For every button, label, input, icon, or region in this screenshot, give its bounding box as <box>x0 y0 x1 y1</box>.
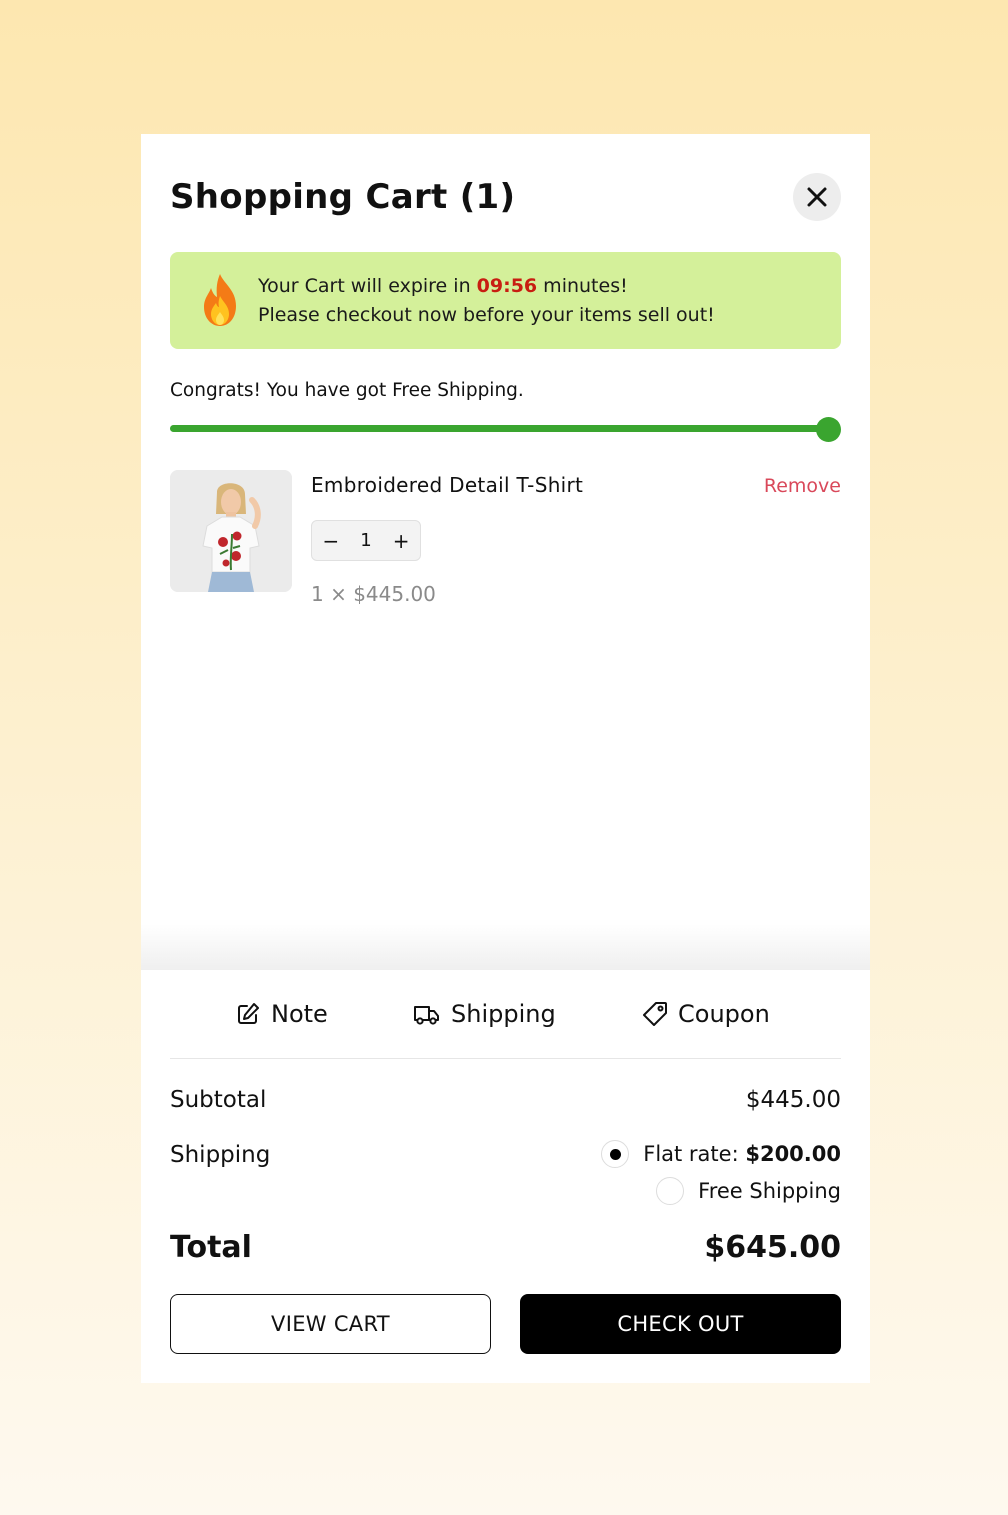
coupon-tab-label: Coupon <box>678 1000 770 1028</box>
cart-tools-bar: Note Shipping Coupon <box>170 970 841 1059</box>
line-item-price: 1 × $445.00 <box>311 582 436 606</box>
countdown-timer: 09:56 <box>476 275 538 297</box>
total-label: Total <box>170 1230 252 1265</box>
note-tab[interactable]: Note <box>235 1000 328 1028</box>
shipping-label: Shipping <box>170 1142 271 1168</box>
flat-rate-text: Flat rate: <box>643 1142 746 1166</box>
flat-rate-price: $200.00 <box>745 1142 841 1166</box>
checkout-button[interactable]: CHECK OUT <box>520 1294 841 1354</box>
progress-knob <box>816 417 841 442</box>
subtotal-value: $445.00 <box>745 1087 841 1113</box>
close-icon <box>807 187 827 207</box>
quantity-stepper: − 1 + <box>311 520 421 561</box>
increase-quantity-button[interactable]: + <box>393 529 410 553</box>
free-shipping-label: Free Shipping <box>698 1179 841 1203</box>
cart-header: Shopping Cart (1) <box>170 173 841 221</box>
tag-icon <box>643 1002 667 1026</box>
free-shipping-progress <box>170 425 830 432</box>
close-button[interactable] <box>793 173 841 221</box>
edit-icon <box>238 1003 259 1024</box>
expire-suffix: minutes! <box>537 275 628 297</box>
shipping-tab-label: Shipping <box>451 1000 556 1028</box>
cart-footer: Note Shipping Coupon Subtotal $445.00 Sh… <box>141 970 870 1383</box>
view-cart-button[interactable]: VIEW CART <box>170 1294 491 1354</box>
free-shipping-message: Congrats! You have got Free Shipping. <box>170 380 524 401</box>
product-thumbnail[interactable] <box>170 470 292 592</box>
flat-rate-radio[interactable] <box>601 1140 630 1168</box>
expire-prefix: Your Cart will expire in <box>258 275 477 297</box>
expire-line-1: Your Cart will expire in 09:56 minutes! <box>258 272 715 301</box>
flat-rate-label: Flat rate: $200.00 <box>643 1142 841 1166</box>
radio-selected-dot <box>609 1148 621 1160</box>
shipping-option-flat-rate[interactable]: Flat rate: $200.00 <box>601 1140 841 1168</box>
free-shipping-radio[interactable] <box>656 1177 685 1205</box>
progress-fill <box>170 425 830 432</box>
scroll-fade <box>141 924 870 970</box>
cart-drawer: Shopping Cart (1) Your Cart will expire … <box>141 134 870 1383</box>
decrease-quantity-button[interactable]: − <box>323 529 340 553</box>
product-name[interactable]: Embroidered Detail T-Shirt <box>311 473 583 497</box>
total-value: $645.00 <box>704 1230 841 1265</box>
shipping-option-free[interactable]: Free Shipping <box>656 1177 841 1205</box>
note-tab-label: Note <box>271 1000 328 1028</box>
fire-icon <box>204 274 236 326</box>
expire-banner: Your Cart will expire in 09:56 minutes! … <box>170 252 841 349</box>
expire-line-2: Please checkout now before your items se… <box>258 304 715 326</box>
remove-item-link[interactable]: Remove <box>764 475 841 497</box>
product-image <box>170 470 292 592</box>
subtotal-label: Subtotal <box>170 1087 267 1113</box>
page-title: Shopping Cart (1) <box>170 177 516 217</box>
shipping-tab[interactable]: Shipping <box>413 1000 556 1028</box>
quantity-value[interactable]: 1 <box>360 530 371 551</box>
coupon-tab[interactable]: Coupon <box>642 1000 770 1028</box>
expire-message: Your Cart will expire in 09:56 minutes! … <box>258 272 715 330</box>
truck-icon <box>414 1006 439 1025</box>
